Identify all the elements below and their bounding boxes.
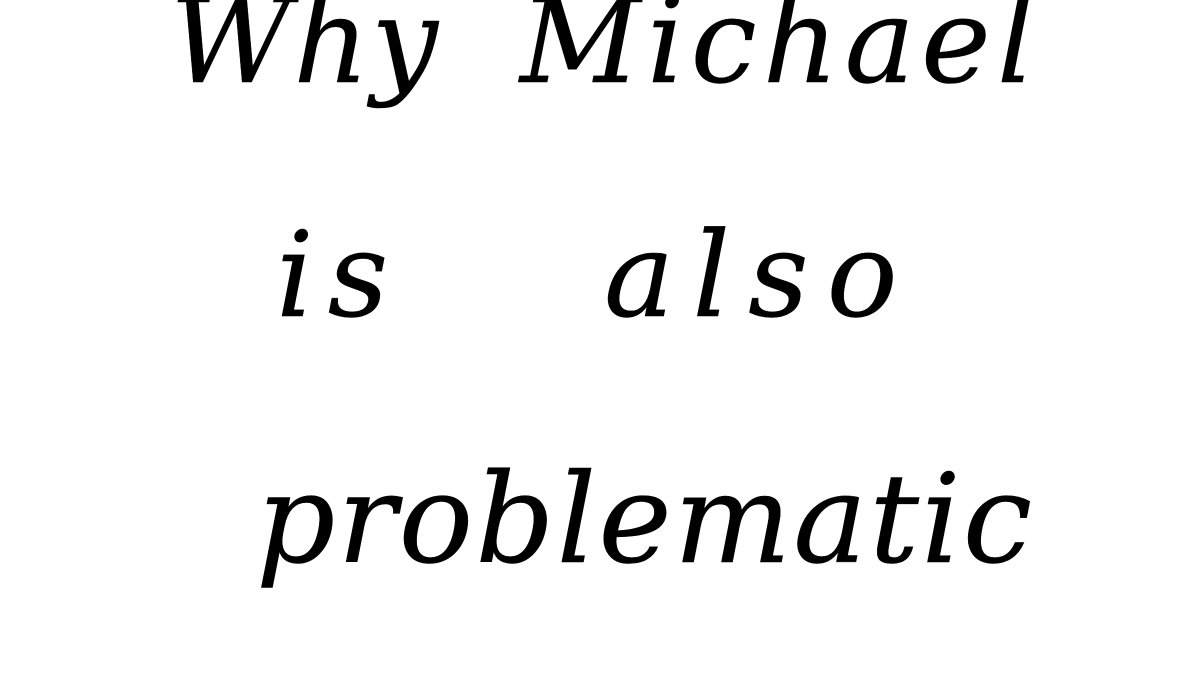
word-is: is [276, 206, 403, 344]
word-why: Why [170, 0, 440, 110]
handwritten-note-canvas: Why Michael is also problematic [0, 0, 1197, 673]
word-michael: Michael [520, 0, 1041, 110]
word-problematic: problematic [256, 448, 1035, 592]
word-also: also [604, 206, 916, 344]
